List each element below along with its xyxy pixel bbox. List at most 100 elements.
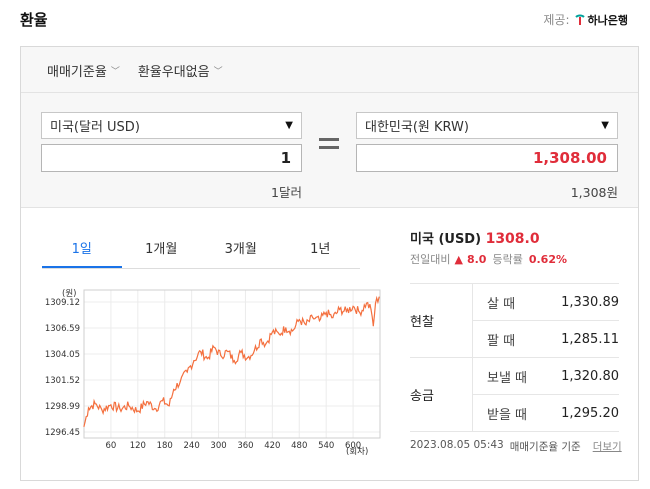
provider-label: 제공: xyxy=(543,13,570,27)
cash-group-label: 현찰 xyxy=(410,283,473,358)
data-point xyxy=(345,310,347,313)
change-info: 전일대비 ▲ 8.0 등락률 0.62% xyxy=(410,251,567,267)
caret-down-icon: ▼ xyxy=(601,120,609,131)
from-amount-input[interactable]: 1 xyxy=(41,144,302,172)
x-tick-label: 480 xyxy=(291,441,307,451)
preferential-dropdown[interactable]: 환율우대없음 ﹀ xyxy=(138,61,223,80)
data-point xyxy=(146,401,148,403)
y-tick-label: 1304.05 xyxy=(45,350,80,360)
data-point xyxy=(83,425,85,427)
cash-buy-value: 1,330.89 xyxy=(543,283,619,321)
triangle-up-icon: ▲ xyxy=(454,252,463,266)
data-point xyxy=(168,405,170,407)
data-point xyxy=(94,403,96,405)
data-point xyxy=(213,346,215,348)
base-rate-label: 매매기준율 xyxy=(47,65,107,80)
data-point xyxy=(179,380,182,382)
x-tick-label: 120 xyxy=(130,441,146,451)
rate-chart: (원) (회차) 1309.121306.591304.051301.52129… xyxy=(45,289,381,457)
data-point xyxy=(325,311,327,314)
y-tick-label: 1309.12 xyxy=(45,298,80,308)
data-point xyxy=(352,305,354,307)
usd-krw-series-line xyxy=(83,295,380,427)
footer: 2023.08.05 05:43 매매기준율 기준 더보기 xyxy=(410,439,622,454)
cash-sell-value: 1,285.11 xyxy=(543,320,619,358)
data-point xyxy=(332,316,334,319)
x-tick-label: 540 xyxy=(318,441,334,451)
to-unit: 1,308원 xyxy=(570,185,618,200)
data-point xyxy=(240,351,242,354)
data-point xyxy=(359,311,361,314)
data-point xyxy=(291,330,294,332)
data-point xyxy=(161,400,164,402)
data-point xyxy=(378,296,380,298)
current-rate: 1308.0 xyxy=(485,231,540,247)
from-currency-label: 미국(달러 USD) xyxy=(50,120,140,135)
tab-3month[interactable]: 3개월 xyxy=(201,236,281,268)
data-point xyxy=(265,343,267,345)
base-rate-dropdown[interactable]: 매매기준율 ﹀ xyxy=(47,61,120,80)
data-point xyxy=(186,371,188,373)
data-point xyxy=(370,308,372,310)
equals-icon xyxy=(319,138,339,154)
data-point xyxy=(101,409,103,411)
from-unit: 1달러 xyxy=(271,185,302,200)
data-point xyxy=(173,388,175,391)
cash-sell-label: 팔 때 xyxy=(472,320,544,358)
y-tick-label: 1296.45 xyxy=(45,428,80,438)
chevron-down-icon: ﹀ xyxy=(213,67,223,77)
remit-receive-label: 받을 때 xyxy=(472,394,544,432)
table-row: 송금 보낼 때 1,320.80 xyxy=(410,357,619,432)
tab-1year[interactable]: 1년 xyxy=(281,236,361,268)
bank-logo[interactable]: 하나은행 xyxy=(574,12,628,28)
y-tick-label: 1298.99 xyxy=(45,402,80,412)
tab-1month[interactable]: 1개월 xyxy=(122,236,202,268)
options-bar: 매매기준율 ﹀ 환율우대없음 ﹀ xyxy=(47,61,223,80)
page-title: 환율 xyxy=(20,11,48,29)
data-point xyxy=(137,410,139,412)
data-point xyxy=(253,349,256,352)
data-point xyxy=(285,327,287,329)
y-tick-label: 1306.59 xyxy=(45,324,80,334)
data-point xyxy=(271,331,273,333)
data-point xyxy=(128,405,130,407)
data-point xyxy=(87,407,90,409)
x-tick-label: 360 xyxy=(237,441,253,451)
timestamp: 2023.08.05 05:43 xyxy=(410,439,504,451)
more-link[interactable]: 더보기 xyxy=(593,439,622,454)
data-point xyxy=(193,360,195,362)
to-amount-input[interactable]: 1,308.00 xyxy=(356,144,618,172)
rate-label: 등락률 xyxy=(492,253,523,266)
from-currency-select[interactable]: 미국(달러 USD) ▼ xyxy=(41,112,302,139)
data-point xyxy=(247,357,249,359)
remit-receive-value: 1,295.20 xyxy=(543,394,619,432)
table-row: 현찰 살 때 1,330.89 xyxy=(410,283,619,358)
chevron-down-icon: ﹀ xyxy=(110,67,120,77)
data-point xyxy=(305,324,307,326)
data-point xyxy=(339,308,341,310)
remit-group-label: 송금 xyxy=(410,357,473,432)
change-value: 8.0 xyxy=(466,252,487,266)
data-point xyxy=(155,408,157,410)
remit-send-label: 보낼 때 xyxy=(472,357,544,395)
provider: 제공: 하나은행 xyxy=(543,11,628,28)
divider xyxy=(21,92,638,93)
currency-country: 미국 (USD) xyxy=(410,232,482,247)
tab-1day[interactable]: 1일 xyxy=(42,236,122,268)
change-label: 전일대비 xyxy=(410,253,451,266)
data-point xyxy=(200,350,202,353)
preferential-label: 환율우대없음 xyxy=(137,65,210,80)
data-point xyxy=(119,408,121,410)
x-tick-label: 60 xyxy=(105,441,116,451)
x-tick-label: 300 xyxy=(210,441,226,451)
caret-down-icon: ▼ xyxy=(285,120,293,131)
x-tick-label: 420 xyxy=(264,441,280,451)
to-currency-select[interactable]: 대한민국(원 KRW) ▼ xyxy=(356,112,618,139)
rate-table: 현찰 살 때 1,330.89 팔 때 1,285.11 송금 보낼 때 1,3… xyxy=(410,283,619,432)
data-point xyxy=(220,354,222,357)
data-point xyxy=(278,333,280,335)
data-point xyxy=(312,316,314,319)
data-point xyxy=(233,360,235,362)
bank-name: 하나은행 xyxy=(587,13,628,27)
data-point xyxy=(260,338,262,340)
